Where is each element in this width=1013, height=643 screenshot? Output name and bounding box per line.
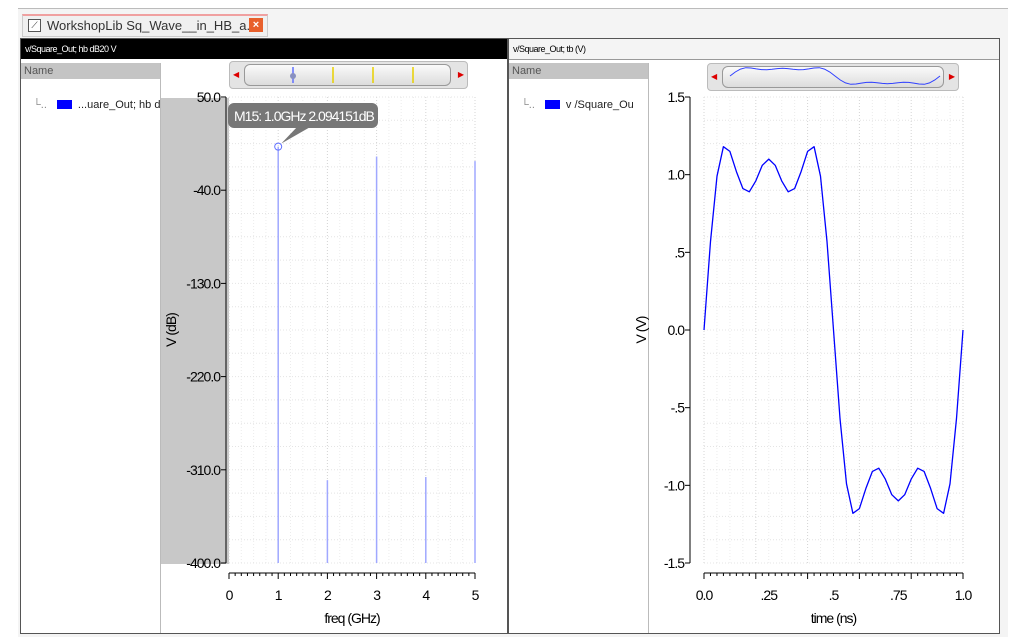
y-axis-label: V (V) (633, 316, 649, 343)
marker-callout-pointer (281, 126, 312, 144)
x-tick-label: 4 (422, 587, 430, 603)
overview-marker-icon (290, 73, 296, 79)
y-tick-label: 50.0 (197, 89, 221, 105)
waveform-trace (703, 146, 964, 514)
marker-label: M15: 1.0GHz 2.094151dB (234, 108, 375, 124)
x-tick-label: 0.0 (696, 587, 714, 603)
x-tick-label: 2 (324, 587, 332, 603)
x-tick-label: .25 (761, 587, 779, 603)
x-tick-label: .5 (829, 587, 840, 603)
y-tick-label: -.5 (671, 400, 686, 416)
y-tick-label: -310.0 (186, 462, 221, 478)
y-tick-label: -220.0 (186, 369, 221, 385)
x-tick-label: 1.0 (955, 587, 973, 603)
y-tick-label: -1.5 (664, 555, 685, 571)
y-tick-label: 1.5 (668, 89, 686, 105)
x-tick-label: 0 (226, 587, 234, 603)
x-tick-label: 3 (373, 587, 381, 603)
y-tick-label: -1.0 (664, 477, 685, 493)
y-tick-label: -130.0 (186, 275, 221, 291)
y-tick-label: 0.0 (668, 322, 686, 338)
overview-trace (729, 67, 941, 85)
x-tick-label: 1 (275, 587, 283, 603)
x-tick-label: 5 (472, 587, 480, 603)
y-tick-label: -40.0 (193, 182, 221, 198)
y-axis-label: V (dB) (163, 313, 179, 347)
charts-layer: 50.0 -40.0 -130.0 -220.0 -310.0 -400.0 0 1 2 3 4 5 f… (163, 67, 973, 626)
x-axis-label: time (ns) (811, 610, 857, 626)
x-axis-label: freq (GHz) (324, 610, 380, 626)
y-tick-label: -400.0 (186, 555, 221, 571)
y-tick-label: .5 (674, 244, 685, 260)
y-tick-label: 1.0 (668, 167, 686, 183)
x-tick-label: .75 (890, 587, 908, 603)
